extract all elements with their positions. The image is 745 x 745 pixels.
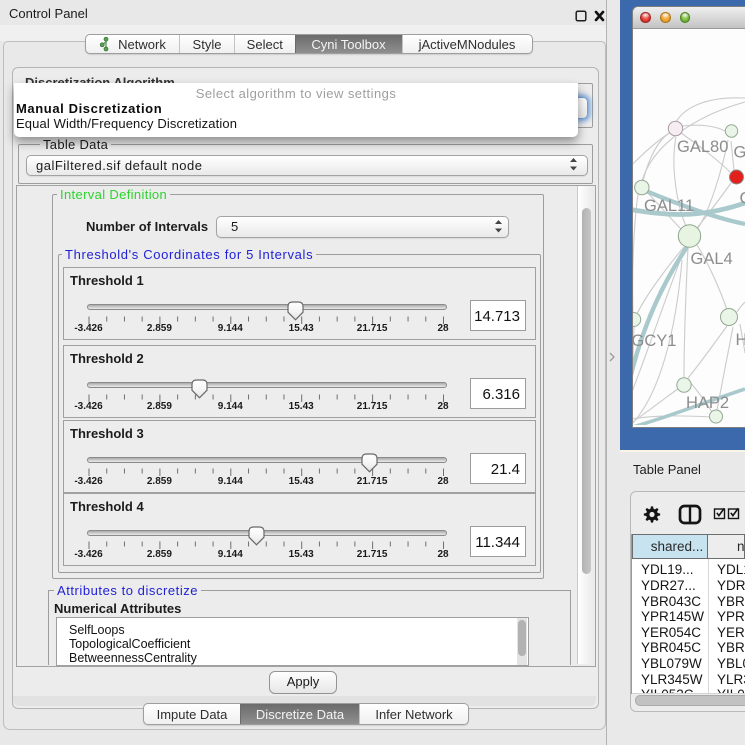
svg-text:GAL80: GAL80 bbox=[677, 138, 728, 156]
svg-text:C: C bbox=[740, 190, 745, 208]
svg-text:GCY1: GCY1 bbox=[633, 332, 676, 350]
svg-text:GAL: GAL bbox=[734, 144, 745, 162]
svg-text:GAL11: GAL11 bbox=[644, 197, 694, 215]
svg-text:HAP2: HAP2 bbox=[686, 394, 729, 412]
svg-text:H: H bbox=[736, 331, 745, 349]
svg-text:GAL4: GAL4 bbox=[691, 250, 733, 268]
